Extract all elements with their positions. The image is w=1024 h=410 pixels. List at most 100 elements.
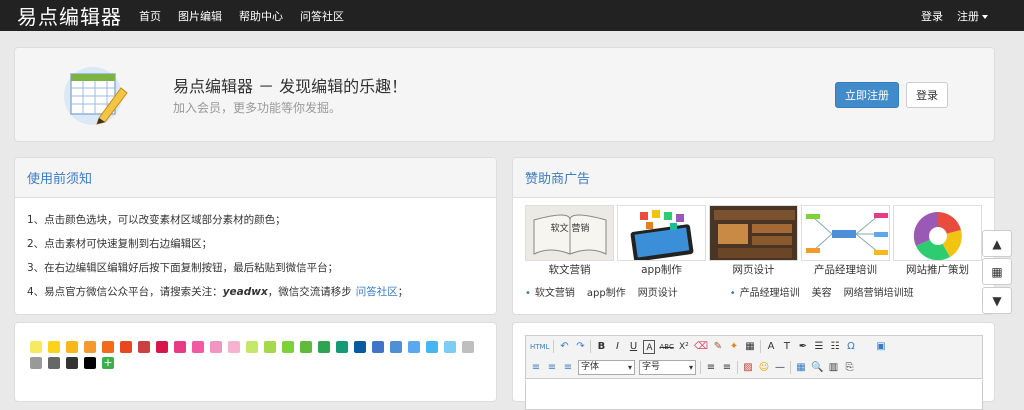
ad-caption-3[interactable]: 网页设计: [709, 262, 798, 277]
qa-community-link[interactable]: 问答社区: [356, 286, 398, 298]
align-center-icon[interactable]: ≡: [721, 361, 733, 375]
nav-image-edit[interactable]: 图片编辑: [178, 8, 222, 24]
color-swatch[interactable]: [336, 341, 348, 353]
color-swatch[interactable]: [210, 341, 222, 353]
table-icon[interactable]: ▦: [795, 361, 807, 375]
color-swatch[interactable]: [48, 357, 60, 369]
color-swatch[interactable]: [408, 341, 420, 353]
color-swatch[interactable]: [84, 341, 96, 353]
ad-thumb-pm-training[interactable]: [801, 205, 890, 261]
ad-link-6[interactable]: 网络营销培训班: [844, 284, 914, 299]
unordered-list-icon[interactable]: ☷: [829, 340, 841, 354]
tablet-apps-icon: [630, 210, 694, 260]
search-icon[interactable]: 🔍: [811, 361, 823, 375]
font-size-select[interactable]: 字号: [639, 360, 696, 375]
scroll-down-button[interactable]: ▼: [982, 287, 1012, 314]
color-swatch[interactable]: [48, 341, 60, 353]
nav-register-dropdown[interactable]: 注册: [957, 8, 988, 24]
color-swatch[interactable]: [318, 341, 330, 353]
text-bg-icon[interactable]: T: [781, 340, 793, 354]
fullscreen-icon[interactable]: ▣: [875, 340, 887, 354]
nav-help-center[interactable]: 帮助中心: [239, 8, 283, 24]
add-color-button[interactable]: +: [102, 357, 114, 369]
image-icon[interactable]: ▨: [742, 361, 754, 375]
emoji-icon[interactable]: ☺: [758, 361, 770, 375]
color-swatch[interactable]: [300, 341, 312, 353]
color-swatch[interactable]: [102, 341, 114, 353]
color-swatch[interactable]: [444, 341, 456, 353]
ad-thumb-promotion[interactable]: [893, 205, 982, 261]
color-swatch[interactable]: [156, 341, 168, 353]
notice-item-4-prefix: 4、易点官方微信公众平台，请搜索关注：: [27, 286, 223, 298]
font-family-select[interactable]: 字体: [578, 360, 635, 375]
ad-thumb-web-design[interactable]: [709, 205, 798, 261]
paragraph-spacing-icon[interactable]: ≡: [546, 361, 558, 375]
color-swatch[interactable]: [372, 341, 384, 353]
color-swatch[interactable]: [354, 341, 366, 353]
ad-thumb-soft-article[interactable]: 软文 营销: [525, 205, 614, 261]
book-icon: 软文 营销: [533, 214, 607, 255]
redo-icon[interactable]: ↷: [574, 340, 586, 354]
superscript-icon[interactable]: X²: [678, 340, 690, 354]
color-swatch[interactable]: [30, 341, 42, 353]
color-swatch[interactable]: [174, 341, 186, 353]
paste-icon[interactable]: ▦: [744, 340, 756, 354]
hero-login-button[interactable]: 登录: [906, 82, 948, 108]
color-swatch[interactable]: [390, 341, 402, 353]
color-swatch[interactable]: [30, 357, 42, 369]
nav-home[interactable]: 首页: [139, 8, 161, 24]
editor-content-area[interactable]: [525, 380, 983, 410]
eraser-icon[interactable]: ⌫: [694, 340, 708, 354]
nav-login[interactable]: 登录: [921, 8, 943, 24]
register-now-button[interactable]: 立即注册: [835, 82, 899, 108]
copy-icon[interactable]: ⎘: [843, 361, 855, 375]
highlight-icon[interactable]: ✒: [797, 340, 809, 354]
format-brush-icon[interactable]: ✎: [712, 340, 724, 354]
ordered-list-icon[interactable]: ☰: [813, 340, 825, 354]
ad-link-2[interactable]: app制作: [587, 284, 626, 299]
nav-qa-community[interactable]: 问答社区: [300, 8, 344, 24]
scroll-up-button[interactable]: ▲: [982, 230, 1012, 257]
sponsor-ads-panel: 赞助商广告 软文 营销 软文营销 app制作 网页设计 产品经理培训 网站推广策…: [512, 157, 995, 315]
color-swatch[interactable]: [192, 341, 204, 353]
usage-notice-heading: 使用前须知: [15, 158, 496, 198]
magic-icon[interactable]: ✦: [728, 340, 740, 354]
color-swatch[interactable]: [66, 357, 78, 369]
html-source-button[interactable]: HTML: [530, 340, 549, 354]
font-color-icon[interactable]: A: [765, 340, 777, 354]
ad-link-1[interactable]: • 软文营销: [525, 284, 575, 299]
brand-logo[interactable]: 易点编辑器: [17, 1, 122, 30]
line-spacing-icon[interactable]: ≡: [530, 361, 542, 375]
ad-caption-2[interactable]: app制作: [617, 262, 706, 277]
italic-icon[interactable]: I: [611, 340, 623, 354]
color-swatch[interactable]: [138, 341, 150, 353]
ad-link-3[interactable]: 网页设计: [638, 284, 678, 299]
strikethrough-icon[interactable]: ABC: [659, 340, 673, 354]
special-char-icon[interactable]: Ω: [845, 340, 857, 354]
color-swatch[interactable]: [426, 341, 438, 353]
ad-caption-5[interactable]: 网站推广策划: [893, 262, 982, 277]
ad-caption-1[interactable]: 软文营销: [525, 262, 614, 277]
ad-link-5[interactable]: 美容: [812, 284, 832, 299]
chevron-up-icon: ▲: [992, 236, 1002, 251]
color-swatch[interactable]: [462, 341, 474, 353]
color-swatch[interactable]: [246, 341, 258, 353]
ad-link-4[interactable]: • 产品经理培训: [730, 284, 800, 299]
print-icon[interactable]: ▥: [827, 361, 839, 375]
bold-icon[interactable]: B: [595, 340, 607, 354]
color-swatch[interactable]: [228, 341, 240, 353]
horizontal-rule-icon[interactable]: —: [774, 361, 786, 375]
underline-icon[interactable]: U: [627, 340, 639, 354]
align-left-icon[interactable]: ≡: [705, 361, 717, 375]
color-swatch[interactable]: [264, 341, 276, 353]
color-swatch[interactable]: [282, 341, 294, 353]
color-swatch[interactable]: [84, 357, 96, 369]
font-border-icon[interactable]: A: [643, 339, 656, 354]
ad-caption-4[interactable]: 产品经理培训: [801, 262, 890, 277]
color-swatch[interactable]: [120, 341, 132, 353]
qr-code-button[interactable]: ▦: [982, 258, 1012, 285]
undo-icon[interactable]: ↶: [558, 340, 570, 354]
color-swatch[interactable]: [66, 341, 78, 353]
ad-thumb-app[interactable]: [617, 205, 706, 261]
row-height-icon[interactable]: ≡: [562, 361, 574, 375]
